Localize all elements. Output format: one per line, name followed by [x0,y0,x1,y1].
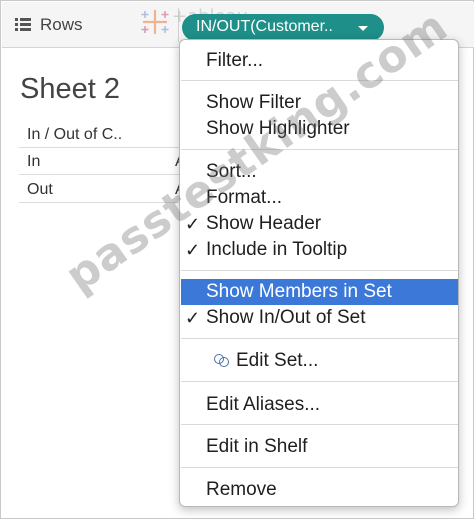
tableau-logo-icon [141,10,169,34]
rows-icon [15,18,31,31]
row-divider [19,202,181,203]
menu-separator [181,270,458,271]
menu-item-label: Show Highlighter [206,118,350,139]
menu-item-label: Format... [206,187,283,208]
menu-item-label: Edit Aliases... [206,394,321,415]
menu-item-filter[interactable]: Filter... [181,48,458,74]
row-divider [19,174,181,175]
set-icon [214,354,230,368]
checkmark-icon: ✓ [185,214,201,234]
menu-item-show-members-in-set[interactable]: Show Members in Set [181,279,458,305]
sheet-title: Sheet 2 [20,73,120,105]
menu-item-label: Show Filter [206,92,302,113]
menu-item-include-in-tooltip[interactable]: ✓ Include in Tooltip [181,237,458,263]
menu-separator [181,80,458,81]
menu-item-show-filter[interactable]: Show Filter [181,90,458,116]
menu-item-label: Edit Set... [236,350,319,371]
row-divider [19,147,181,148]
pill-context-menu: Filter... Show Filter Show Highlighter S… [179,39,459,507]
menu-separator [181,424,458,425]
in-out-customer-pill[interactable]: IN/OUT(Customer.. [182,14,384,41]
pill-label: IN/OUT(Customer.. [196,18,333,35]
menu-item-label: Remove [206,479,277,500]
menu-item-edit-set[interactable]: Edit Set... [181,348,458,374]
menu-item-edit-aliases[interactable]: Edit Aliases... [181,392,458,418]
checkmark-icon: ✓ [185,240,201,260]
menu-separator [181,467,458,468]
menu-item-show-highlighter[interactable]: Show Highlighter [181,116,458,142]
menu-item-label: Show In/Out of Set [206,307,366,328]
rows-shelf-label: Rows [40,15,83,34]
app-window: Rows +ableau IN/OUT(Customer.. Sheet 2 I… [0,0,474,519]
menu-item-show-in-out-of-set[interactable]: ✓ Show In/Out of Set [181,305,458,331]
menu-item-label: Show Header [206,213,322,234]
menu-item-label: Edit in Shelf [206,436,308,457]
menu-separator [181,338,458,339]
menu-item-label: Sort... [206,161,257,182]
table-row-label[interactable]: In [27,153,40,171]
menu-item-label: Include in Tooltip [206,239,348,260]
menu-item-label: Filter... [206,50,264,71]
menu-item-show-header[interactable]: ✓ Show Header [181,211,458,237]
menu-separator [181,381,458,382]
menu-item-remove[interactable]: Remove [181,477,458,503]
menu-item-format[interactable]: Format... [181,185,458,211]
chevron-down-icon[interactable] [358,26,368,31]
menu-separator [181,149,458,150]
menu-item-sort[interactable]: Sort... [181,159,458,185]
menu-item-label: Show Members in Set [206,281,392,302]
menu-item-edit-in-shelf[interactable]: Edit in Shelf [181,434,458,460]
checkmark-icon: ✓ [185,308,201,328]
table-row-label[interactable]: Out [27,181,53,199]
column-header[interactable]: In / Out of C.. [27,126,122,144]
